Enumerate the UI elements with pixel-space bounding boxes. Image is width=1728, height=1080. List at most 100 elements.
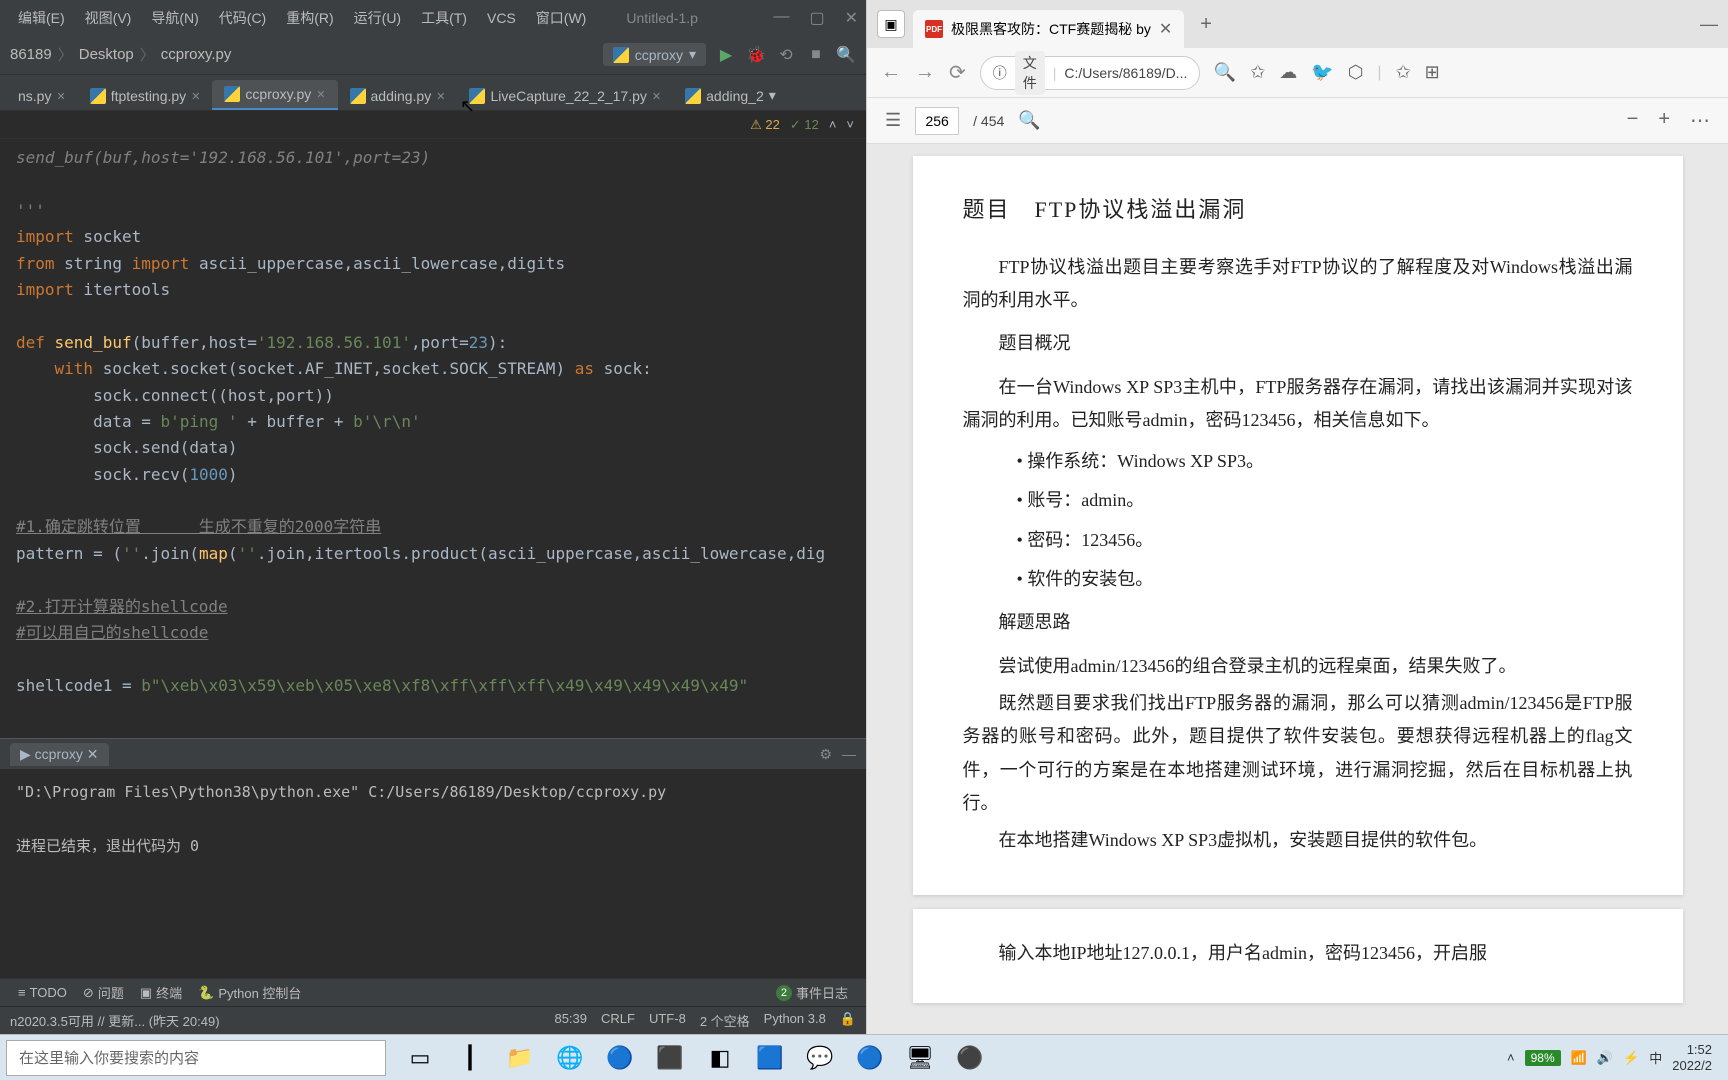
chevron-down-icon[interactable]: ▾ [769, 87, 776, 104]
info-icon[interactable]: ⓘ [993, 63, 1007, 83]
update-notice[interactable]: n2020.3.5可用 // 更新... (昨天 20:49) [10, 1011, 220, 1030]
run-output[interactable]: "D:\Program Files\Python38\python.exe" C… [0, 769, 866, 978]
wechat-icon[interactable]: 💬 [798, 1038, 842, 1078]
tray-icon[interactable]: ⚡ [1623, 1050, 1639, 1066]
app-icon[interactable]: 🖥 [898, 1038, 942, 1078]
minimize-icon[interactable]: — [842, 746, 856, 763]
menu-code[interactable]: 代码(C) [209, 8, 276, 28]
cloud-icon[interactable]: ☁ [1279, 62, 1297, 83]
chrome-icon[interactable]: 🔵 [598, 1038, 642, 1078]
pdf-bullet: 软件的安装包。 [1017, 563, 1633, 596]
tab-title: 极限黑客攻防：CTF赛题揭秘 by [951, 19, 1151, 39]
breadcrumb-item[interactable]: 86189 [10, 46, 52, 63]
favorite-button[interactable]: ✩ [1250, 62, 1265, 83]
obs-icon[interactable]: ⚫ [948, 1038, 992, 1078]
editor-tab[interactable]: adding_2▾ [673, 81, 788, 110]
lock-icon[interactable]: 🔒 [840, 1011, 856, 1030]
menu-edit[interactable]: 编辑(E) [8, 8, 75, 28]
zoom-icon[interactable]: 🔍 [1214, 62, 1236, 83]
code-editor[interactable]: send_buf(buf,host='192.168.56.101',port=… [0, 139, 866, 738]
coverage-button[interactable]: ⟲ [776, 45, 796, 65]
breadcrumb[interactable]: 86189 〉 Desktop 〉 ccproxy.py [10, 44, 231, 65]
battery-indicator[interactable]: 98% [1525, 1050, 1561, 1066]
tab-actions-icon[interactable]: ▣ [877, 10, 905, 38]
back-button[interactable]: ← [881, 61, 901, 84]
refresh-button[interactable]: ⟳ [949, 60, 966, 85]
file-explorer-icon[interactable]: 📁 [498, 1038, 542, 1078]
menu-navigate[interactable]: 导航(N) [141, 8, 208, 28]
app-icon[interactable]: 🔵 [848, 1038, 892, 1078]
minimize-icon[interactable]: — [1700, 14, 1718, 35]
pycharm-icon[interactable]: ◧ [698, 1038, 742, 1078]
weak-warning-count[interactable]: ✓ 12 [790, 117, 819, 133]
taskbar-search[interactable]: 在这里输入你要搜索的内容 [6, 1040, 386, 1076]
close-icon[interactable]: ✕ [56, 90, 65, 103]
zoom-in-button[interactable]: + [1658, 108, 1670, 133]
more-icon[interactable]: ⋯ [1690, 108, 1710, 133]
taskbar-clock[interactable]: 1:52 2022/2 [1672, 1042, 1712, 1073]
task-view-icon[interactable]: ▭ [398, 1038, 442, 1078]
tray-icon[interactable]: 🔊 [1597, 1050, 1613, 1066]
editor-tab[interactable]: ftptesting.py✕ [78, 82, 213, 110]
minimize-icon[interactable]: — [773, 8, 789, 28]
pdf-viewport[interactable]: 题目 FTP协议栈溢出漏洞 FTP协议栈溢出题目主要考察选手对FTP协议的了解程… [867, 144, 1728, 1034]
stop-button[interactable]: ■ [806, 45, 826, 65]
forward-button[interactable]: → [915, 61, 935, 84]
breadcrumb-item[interactable]: ccproxy.py [161, 46, 232, 63]
menu-vcs[interactable]: VCS [477, 10, 526, 26]
event-log-button[interactable]: 2 事件日志 [768, 983, 856, 1002]
browser-tab[interactable]: PDF 极限黑客攻防：CTF赛题揭秘 by ✕ [913, 10, 1184, 48]
cursor-position[interactable]: 85:39 [554, 1011, 587, 1030]
contents-icon[interactable]: ☰ [885, 110, 901, 131]
chevron-up-icon[interactable]: ˄ [1507, 1050, 1515, 1065]
page-number-input[interactable] [915, 107, 959, 135]
run-tab[interactable]: ▶ ccproxy ✕ [10, 743, 109, 766]
terminal-button[interactable]: ▣ 终端 [132, 983, 190, 1002]
collections-icon[interactable]: ⊞ [1425, 62, 1440, 83]
interpreter[interactable]: Python 3.8 [764, 1011, 826, 1030]
maximize-icon[interactable]: ▢ [809, 8, 824, 28]
warning-count[interactable]: ⚠ 22 [750, 117, 780, 133]
favorites-bar-icon[interactable]: ✩ [1396, 62, 1411, 83]
python-console-button[interactable]: 🐍 Python 控制台 [190, 983, 309, 1002]
menu-window[interactable]: 窗口(W) [526, 8, 597, 28]
indent-setting[interactable]: 2 个空格 [700, 1011, 750, 1030]
tray-icon[interactable]: 📶 [1571, 1050, 1587, 1066]
run-button[interactable]: ▶ [716, 45, 736, 65]
close-icon[interactable]: ✕ [191, 90, 200, 103]
close-icon[interactable]: ✕ [845, 8, 858, 28]
search-button[interactable]: 🔍 [836, 45, 856, 65]
menu-tools[interactable]: 工具(T) [411, 8, 477, 28]
new-tab-button[interactable]: + [1192, 13, 1220, 36]
close-tab-icon[interactable]: ✕ [1159, 19, 1172, 39]
close-icon[interactable]: ✕ [316, 88, 325, 101]
gear-icon[interactable]: ⚙ [819, 746, 832, 763]
zoom-out-button[interactable]: − [1627, 108, 1639, 133]
run-configuration-dropdown[interactable]: ccproxy ▾ [603, 43, 706, 66]
breadcrumb-item[interactable]: Desktop [79, 46, 134, 63]
extensions-icon[interactable]: ⬡ [1348, 62, 1364, 83]
menu-view[interactable]: 视图(V) [75, 8, 142, 28]
chevron-down-icon[interactable]: ˅ [846, 117, 854, 132]
editor-tab[interactable]: ns.py✕ [6, 82, 78, 110]
bird-icon[interactable]: 🐦 [1311, 62, 1333, 83]
menu-refactor[interactable]: 重构(R) [276, 8, 343, 28]
ime-indicator[interactable]: 中 [1649, 1048, 1662, 1067]
chevron-up-icon[interactable]: ˄ [829, 117, 837, 132]
debug-button[interactable]: 🐞 [746, 45, 766, 65]
menu-run[interactable]: 运行(U) [344, 8, 411, 28]
line-ending[interactable]: CRLF [601, 1011, 635, 1030]
edge-icon[interactable]: 🌐 [548, 1038, 592, 1078]
app-icon[interactable]: ⬛ [648, 1038, 692, 1078]
address-bar[interactable]: ⓘ 文件 | C:/Users/86189/D... [980, 56, 1200, 90]
close-icon[interactable]: ✕ [652, 90, 661, 103]
app-icon[interactable]: 🟦 [748, 1038, 792, 1078]
problems-button[interactable]: ⊘ 问题 [75, 983, 132, 1002]
file-encoding[interactable]: UTF-8 [649, 1011, 686, 1030]
editor-tab[interactable]: LiveCapture_22_2_17.py✕ [457, 82, 673, 110]
editor-tab-active[interactable]: ccproxy.py✕ [212, 80, 337, 110]
close-icon[interactable]: ✕ [436, 90, 445, 103]
todo-button[interactable]: ≡ TODO [10, 985, 75, 1000]
search-icon[interactable]: 🔍 [1018, 110, 1040, 131]
editor-tab[interactable]: adding.py✕ [338, 82, 458, 110]
